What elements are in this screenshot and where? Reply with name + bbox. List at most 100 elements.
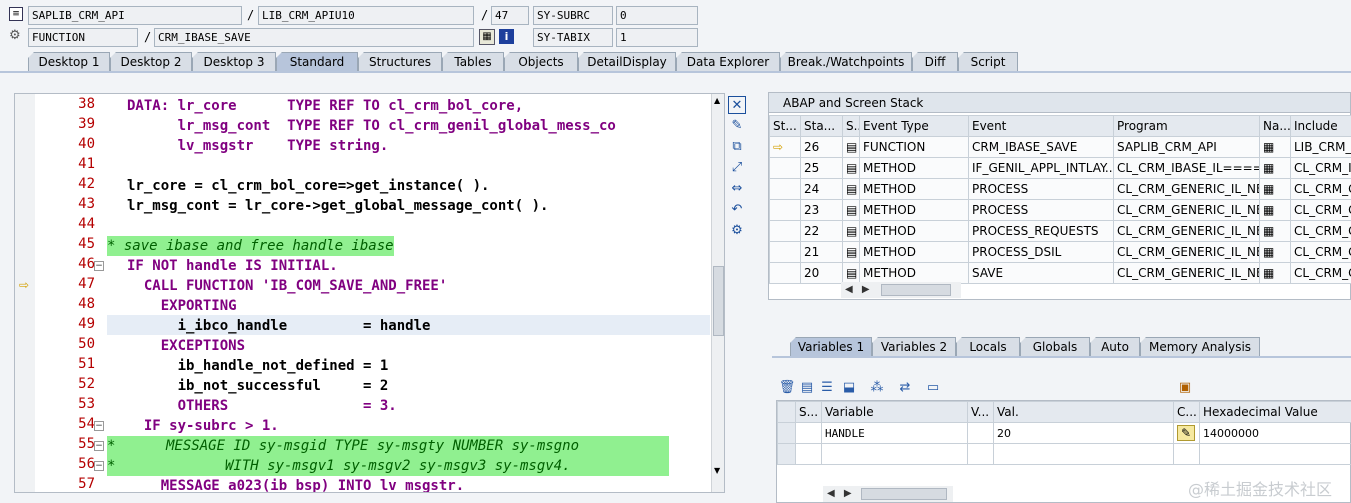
scroll-right-icon[interactable]: ▶ (844, 488, 852, 499)
collapse-toggle[interactable]: − (94, 421, 104, 431)
col-header[interactable]: Event Type (859, 115, 969, 137)
scroll-thumb[interactable] (861, 488, 947, 500)
tab-breakpoints[interactable]: Break./Watchpoints (780, 52, 912, 72)
collapse-toggle[interactable]: − (94, 261, 104, 271)
save-icon[interactable]: ▣ (1176, 379, 1194, 397)
stack-horizontal-scrollbar[interactable]: ◀ ▶ (841, 282, 961, 298)
col-header[interactable]: Variable (821, 401, 968, 423)
sysvalue-2[interactable]: 1 (616, 28, 698, 47)
pencil-icon[interactable]: ✎ (1177, 425, 1195, 441)
list-icon[interactable]: ☰ (818, 379, 836, 397)
program-field[interactable]: SAPLIB_CRM_API (28, 6, 242, 25)
tab-desktop-3[interactable]: Desktop 3 (192, 52, 276, 72)
tab-auto[interactable]: Auto (1090, 337, 1140, 357)
row-selector[interactable] (777, 422, 796, 444)
col-header[interactable]: Hexadecimal Value (1199, 401, 1351, 423)
maximize-icon[interactable]: ⤢ (728, 159, 746, 177)
variable-name-cell[interactable]: HANDLE (821, 422, 968, 444)
collapse-toggle[interactable]: − (94, 441, 104, 451)
col-header[interactable]: St... (769, 115, 801, 137)
tab-tables[interactable]: Tables (442, 52, 504, 72)
swap-icon[interactable]: ⇔ (728, 180, 746, 198)
variables-horizontal-scrollbar[interactable]: ◀ ▶ (823, 486, 953, 502)
table-row[interactable]: HANDLE 20 ✎ 14000000 (777, 422, 1351, 444)
col-header[interactable]: Program (1113, 115, 1260, 137)
navigate-icon[interactable]: ▦ (1259, 136, 1291, 158)
structure-icon[interactable]: ⁂ (868, 379, 886, 397)
col-header[interactable]: S... (842, 115, 860, 137)
event-type: METHOD (859, 199, 969, 221)
copy-icon[interactable]: ⧉ (728, 138, 746, 156)
col-header[interactable]: S... (795, 401, 822, 423)
navigate-icon[interactable]: ▦ (1259, 178, 1291, 200)
close-icon[interactable]: ✕ (728, 96, 746, 114)
col-header[interactable]: Include (1290, 115, 1351, 137)
settings-icon[interactable]: ⚙ (728, 222, 746, 240)
insert-icon[interactable]: ▤ (798, 379, 816, 397)
navigate-icon[interactable]: ▦ (1259, 199, 1291, 221)
tab-variables-2[interactable]: Variables 2 (872, 337, 956, 357)
scroll-left-icon[interactable]: ◀ (845, 284, 853, 295)
stack-level: 22 (800, 220, 843, 242)
tab-script[interactable]: Script (958, 52, 1018, 72)
scroll-up-icon[interactable]: ▲ (714, 96, 720, 105)
display-icon[interactable]: ▦ (479, 29, 495, 45)
col-header[interactable]: V... (967, 401, 994, 423)
value-cell[interactable]: 20 (993, 422, 1174, 444)
tab-desktop-1[interactable]: Desktop 1 (28, 52, 110, 72)
editor-vertical-scrollbar[interactable]: ▲ ▼ (711, 94, 724, 492)
function-name-field[interactable]: CRM_IBASE_SAVE (154, 28, 474, 47)
folder-icon[interactable]: ▭ (924, 379, 942, 397)
tab-objects[interactable]: Objects (504, 52, 578, 72)
scroll-thumb[interactable] (713, 266, 724, 336)
table-row[interactable]: 23 ▤ METHOD PROCESS CL_CRM_GENERIC_IL_NE… (769, 199, 1351, 221)
event-name: SAVE (968, 262, 1114, 284)
table-row[interactable]: 21 ▤ METHOD PROCESS_DSIL CL_CRM_GENERIC_… (769, 241, 1351, 263)
table-row[interactable]: 24 ▤ METHOD PROCESS CL_CRM_GENERIC_IL_NE… (769, 178, 1351, 200)
breakpoint-gutter[interactable] (15, 94, 35, 492)
tab-detaildisplay[interactable]: DetailDisplay (578, 52, 676, 72)
new-tool-icon[interactable]: ✎ (728, 117, 746, 135)
import-icon[interactable]: ⬓ (840, 379, 858, 397)
change-cell[interactable]: ✎ (1173, 422, 1200, 444)
table-row[interactable]: 22 ▤ METHOD PROCESS_REQUESTS CL_CRM_GENE… (769, 220, 1351, 242)
delete-icon[interactable]: 🗑 (778, 379, 796, 397)
col-header[interactable]: Val. (993, 401, 1174, 423)
tab-standard[interactable]: Standard (276, 52, 358, 72)
table-row[interactable]: 25 ▤ METHOD IF_GENIL_APPL_INTLAY... CL_C… (769, 157, 1351, 179)
info-icon[interactable]: i (499, 29, 514, 44)
tab-structures[interactable]: Structures (358, 52, 442, 72)
col-header[interactable]: Event (968, 115, 1114, 137)
navigate-icon[interactable]: ▦ (1259, 241, 1291, 263)
include-field[interactable]: LIB_CRM_APIU10 (258, 6, 474, 25)
scroll-down-icon[interactable]: ▼ (714, 466, 720, 475)
table-row[interactable] (777, 443, 1351, 465)
tab-locals[interactable]: Locals (956, 337, 1020, 357)
col-header[interactable]: Sta... (800, 115, 843, 137)
navigate-icon[interactable]: ▦ (1259, 220, 1291, 242)
col-header[interactable]: C... (1173, 401, 1200, 423)
event-type: METHOD (859, 241, 969, 263)
expand-icon[interactable]: ⇄ (896, 379, 914, 397)
navigate-icon[interactable]: ▦ (1259, 157, 1291, 179)
collapse-toggle[interactable]: − (94, 461, 104, 471)
scroll-thumb[interactable] (881, 284, 951, 296)
tab-desktop-2[interactable]: Desktop 2 (110, 52, 192, 72)
scroll-left-icon[interactable]: ◀ (827, 488, 835, 499)
sysvalue-1[interactable]: 0 (616, 6, 698, 25)
scroll-right-icon[interactable]: ▶ (862, 284, 870, 295)
undo-icon[interactable]: ↶ (728, 201, 746, 219)
table-row[interactable]: 20 ▤ METHOD SAVE CL_CRM_GENERIC_IL_NE...… (769, 262, 1351, 284)
col-header[interactable]: Na... (1259, 115, 1291, 137)
row-selector[interactable] (777, 443, 796, 465)
source-code-editor[interactable]: ⇨ 38 39 40 41 42 43 44 45 46 47 48 49 50… (14, 93, 725, 493)
navigate-icon[interactable]: ▦ (1259, 262, 1291, 284)
table-row[interactable]: ⇨ 26 ▤ FUNCTION CRM_IBASE_SAVE SAPLIB_CR… (769, 136, 1351, 158)
event-name: PROCESS_REQUESTS (968, 220, 1114, 242)
tab-memory-analysis[interactable]: Memory Analysis (1140, 337, 1260, 357)
tab-variables-1[interactable]: Variables 1 (790, 337, 872, 357)
tab-diff[interactable]: Diff (912, 52, 958, 72)
tab-globals[interactable]: Globals (1020, 337, 1090, 357)
tab-data-explorer[interactable]: Data Explorer (676, 52, 780, 72)
line-field[interactable]: 47 (491, 6, 529, 25)
